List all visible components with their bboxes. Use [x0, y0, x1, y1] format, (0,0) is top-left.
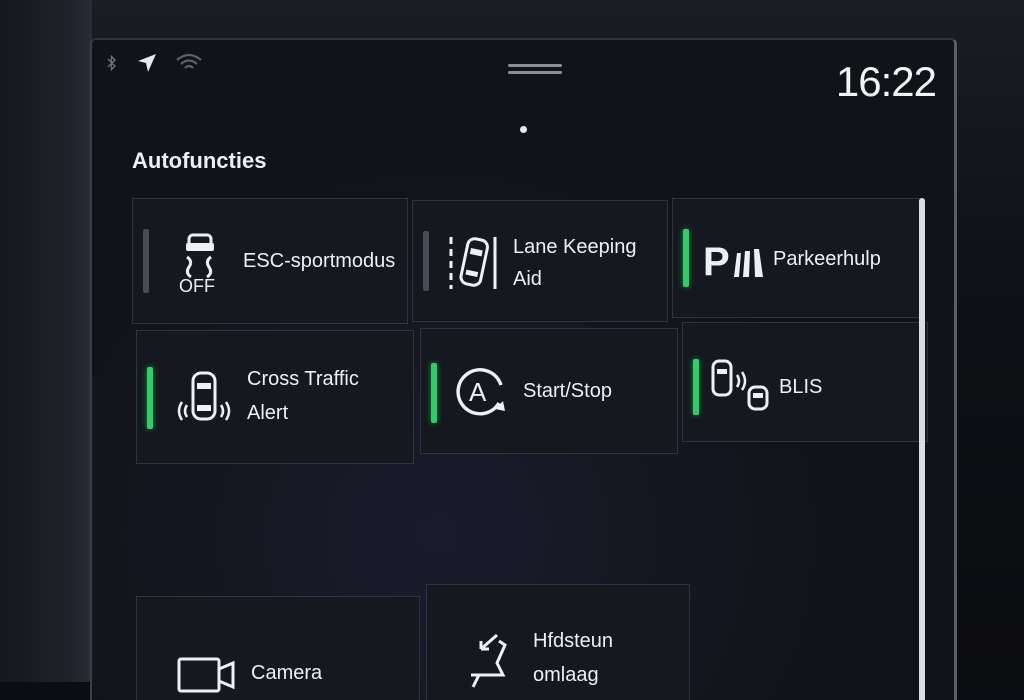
tile-lane-keeping-aid[interactable]: Lane Keeping Aid: [412, 200, 668, 322]
navigation-arrow-icon: [136, 52, 158, 80]
tile-label: Camera: [251, 662, 323, 684]
esc-off-icon: OFF: [177, 229, 223, 298]
tile-label: Parkeerhulp: [773, 248, 881, 270]
bezel-left-edge: [0, 0, 92, 682]
park-assist-icon: P: [703, 239, 767, 284]
tile-hfdsteun-omlaag[interactable]: Hfdsteun omlaag: [426, 584, 690, 700]
start-stop-a-text: A: [469, 377, 487, 407]
bluetooth-icon: [106, 54, 118, 77]
headrest-fold-icon: [467, 631, 513, 696]
page-indicator-dot: [520, 126, 527, 133]
tile-label-line2: Aid: [513, 268, 542, 290]
status-indicator: [423, 231, 429, 291]
status-bar: 16:22: [92, 40, 954, 120]
camera-icon: [177, 655, 237, 700]
center-display: 16:22 Autofuncties OFF ESC-sportmodus La…: [90, 38, 957, 700]
park-assist-p-text: P: [703, 240, 730, 279]
tile-label: ESC-sportmodus: [243, 250, 396, 272]
blis-icon: [711, 357, 775, 420]
tile-parkeerhulp[interactable]: P Parkeerhulp: [672, 198, 922, 318]
clock: 16:22: [835, 58, 937, 105]
tile-label: BLIS: [779, 376, 823, 398]
tile-camera[interactable]: Camera: [136, 596, 420, 700]
status-indicator[interactable]: [683, 229, 689, 287]
tile-label: Start/Stop: [523, 380, 612, 402]
status-indicator[interactable]: [693, 359, 699, 415]
status-indicator[interactable]: [431, 363, 437, 423]
scrollbar[interactable]: [919, 198, 925, 700]
wifi-icon: [174, 52, 204, 80]
tile-label-line1: Lane Keeping: [513, 236, 637, 258]
tile-label-line1: Hfdsteun: [533, 630, 614, 652]
status-indicator: [143, 229, 149, 293]
lane-keeping-icon: [447, 233, 499, 296]
tile-start-stop[interactable]: A Start/Stop: [420, 328, 678, 454]
tile-cross-traffic-alert[interactable]: Cross Traffic Alert: [136, 330, 414, 464]
esc-off-text: OFF: [179, 276, 215, 293]
tile-esc-sportmodus[interactable]: OFF ESC-sportmodus: [132, 198, 408, 324]
section-title: Autofuncties: [132, 148, 267, 173]
tile-blis[interactable]: BLIS: [682, 322, 928, 442]
status-indicator[interactable]: [147, 367, 153, 429]
tile-label-line1: Cross Traffic: [247, 368, 359, 390]
start-stop-icon: A: [453, 363, 509, 424]
tile-label-line2: omlaag: [533, 664, 599, 686]
cross-traffic-icon: [173, 369, 237, 434]
tile-label-line2: Alert: [247, 402, 289, 424]
pull-down-handle[interactable]: [508, 64, 562, 78]
